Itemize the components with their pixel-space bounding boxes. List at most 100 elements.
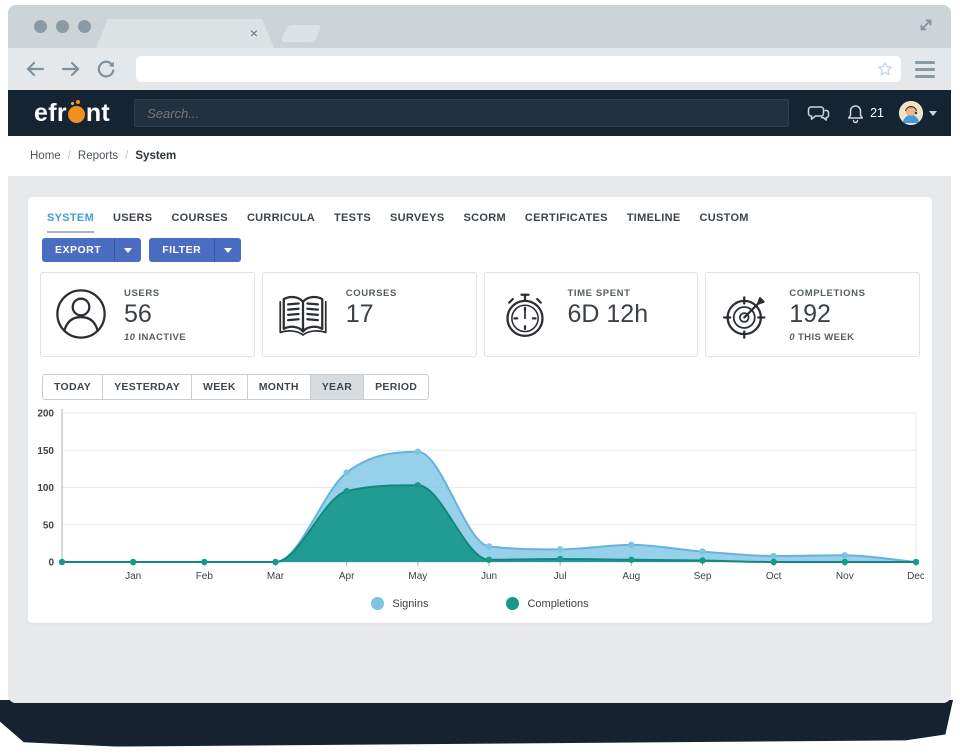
legend-signins[interactable]: Signins bbox=[371, 597, 428, 610]
legend-label: Signins bbox=[392, 597, 429, 610]
window-control-dots-icon[interactable] bbox=[34, 20, 91, 33]
range-button-today[interactable]: TODAY bbox=[42, 374, 104, 400]
tab-scorm[interactable]: SCORM bbox=[463, 212, 505, 233]
svg-text:Sep: Sep bbox=[694, 571, 712, 582]
svg-text:Dec: Dec bbox=[907, 571, 924, 582]
book-icon bbox=[279, 295, 327, 336]
app-search-input[interactable] bbox=[135, 100, 789, 126]
svg-text:50: 50 bbox=[43, 520, 55, 531]
browser-toolbar bbox=[8, 48, 951, 90]
svg-text:Jun: Jun bbox=[481, 571, 497, 582]
stat-subtext: 0 THIS WEEK bbox=[789, 332, 855, 344]
browser-window: × efr nt Search... 21 Home / Reports / S… bbox=[8, 5, 951, 703]
screenshot-stage: × efr nt Search... 21 Home / Reports / S… bbox=[0, 0, 960, 755]
chart-legend: Signins Completions bbox=[28, 597, 932, 610]
stat-value: 17 bbox=[345, 300, 374, 328]
resize-window-icon[interactable] bbox=[917, 16, 935, 34]
tab-tests[interactable]: TESTS bbox=[334, 212, 371, 233]
stat-label: USERS bbox=[124, 288, 160, 299]
chevron-down-icon bbox=[929, 110, 937, 116]
forward-icon[interactable] bbox=[60, 60, 82, 78]
reload-icon[interactable] bbox=[96, 59, 116, 79]
breadcrumb: Home / Reports / System bbox=[8, 136, 951, 176]
signins-legend-dot-icon bbox=[371, 597, 385, 610]
svg-text:Feb: Feb bbox=[196, 571, 214, 582]
bookmark-star-icon[interactable] bbox=[877, 61, 893, 77]
tab-users[interactable]: USERS bbox=[113, 212, 152, 233]
legend-completions[interactable]: Completions bbox=[506, 597, 589, 610]
app-search-field[interactable] bbox=[134, 99, 790, 127]
stat-cards: USERS 56 10 INACTIVE COURSES 17 TIME SPE… bbox=[40, 272, 920, 357]
tab-timeline[interactable]: TIMELINE bbox=[627, 212, 681, 233]
stat-label: COURSES bbox=[345, 288, 397, 299]
url-bar[interactable] bbox=[136, 56, 901, 82]
svg-text:Mar: Mar bbox=[267, 571, 285, 582]
svg-text:Jul: Jul bbox=[554, 571, 567, 582]
svg-text:Apr: Apr bbox=[339, 571, 355, 582]
stopwatch-icon bbox=[505, 293, 544, 338]
tab-system[interactable]: SYSTEM bbox=[47, 212, 95, 233]
notification-count: 21 bbox=[870, 106, 884, 120]
breadcrumb-home[interactable]: Home bbox=[30, 150, 61, 162]
filter-dropdown-button[interactable] bbox=[214, 238, 241, 262]
chevron-down-icon bbox=[224, 247, 233, 253]
svg-text:Jan: Jan bbox=[125, 571, 141, 582]
legend-label: Completions bbox=[527, 597, 589, 610]
messages-icon[interactable] bbox=[807, 102, 831, 124]
browser-tab[interactable]: × bbox=[96, 19, 274, 48]
range-button-period[interactable]: PERIOD bbox=[363, 374, 430, 400]
range-button-week[interactable]: WEEK bbox=[191, 374, 248, 400]
stat-label: COMPLETIONS bbox=[789, 288, 866, 299]
browser-titlebar: × bbox=[8, 5, 951, 48]
tab-custom[interactable]: CUSTOM bbox=[700, 212, 749, 233]
completions-legend-dot-icon bbox=[506, 597, 520, 610]
report-tabs: SYSTEM USERS COURSES CURRICULA TESTS SUR… bbox=[47, 212, 749, 233]
svg-text:200: 200 bbox=[37, 409, 54, 420]
range-button-year[interactable]: YEAR bbox=[309, 374, 365, 400]
decorative-base-shape bbox=[0, 700, 953, 747]
svg-text:Nov: Nov bbox=[836, 571, 854, 582]
tab-close-icon[interactable]: × bbox=[250, 24, 258, 42]
avatar bbox=[899, 101, 923, 125]
breadcrumb-separator: / bbox=[125, 150, 129, 162]
back-icon[interactable] bbox=[24, 60, 46, 78]
breadcrumb-reports[interactable]: Reports bbox=[78, 150, 118, 162]
stat-card-completions: COMPLETIONS 192 0 THIS WEEK bbox=[705, 272, 920, 357]
logo-text-right: nt bbox=[85, 98, 111, 127]
export-button[interactable]: EXPORT bbox=[42, 238, 142, 262]
efront-logo[interactable]: efr nt bbox=[34, 99, 110, 128]
tab-surveys[interactable]: SURVEYS bbox=[390, 212, 444, 233]
notifications[interactable]: 21 bbox=[846, 103, 884, 124]
svg-text:May: May bbox=[408, 571, 427, 582]
url-input[interactable] bbox=[136, 56, 901, 82]
range-button-yesterday[interactable]: YESTERDAY bbox=[102, 374, 193, 400]
stat-value: 6D 12h bbox=[567, 300, 649, 328]
svg-text:Aug: Aug bbox=[622, 571, 640, 582]
tab-certificates[interactable]: CERTIFICATES bbox=[525, 212, 608, 233]
page-content: SYSTEM USERS COURSES CURRICULA TESTS SUR… bbox=[8, 176, 951, 703]
bell-icon bbox=[848, 104, 864, 123]
stat-value: 192 bbox=[789, 300, 831, 328]
browser-menu-icon[interactable] bbox=[915, 60, 935, 78]
stat-label: TIME SPENT bbox=[567, 288, 631, 299]
tab-courses[interactable]: COURSES bbox=[171, 212, 228, 233]
export-button-label[interactable]: EXPORT bbox=[42, 238, 114, 262]
breadcrumb-current: System bbox=[135, 150, 177, 162]
app-header: efr nt Search... 21 bbox=[8, 90, 951, 136]
user-menu[interactable] bbox=[899, 101, 937, 125]
svg-text:150: 150 bbox=[37, 446, 54, 457]
range-button-month[interactable]: MONTH bbox=[246, 374, 311, 400]
tab-curricula[interactable]: CURRICULA bbox=[247, 212, 315, 233]
stat-card-users: USERS 56 10 INACTIVE bbox=[40, 272, 255, 357]
export-dropdown-button[interactable] bbox=[114, 238, 141, 262]
filter-button-label[interactable]: FILTER bbox=[149, 238, 214, 262]
reports-panel: SYSTEM USERS COURSES CURRICULA TESTS SUR… bbox=[28, 197, 932, 623]
logo-o-icon bbox=[67, 100, 85, 123]
svg-text:100: 100 bbox=[37, 483, 54, 494]
filter-button[interactable]: FILTER bbox=[149, 238, 242, 262]
breadcrumb-separator: / bbox=[67, 150, 71, 162]
stat-value: 56 bbox=[124, 300, 152, 328]
stat-subtext: 10 INACTIVE bbox=[124, 332, 186, 344]
target-icon bbox=[723, 296, 766, 339]
new-tab-button[interactable] bbox=[280, 25, 322, 42]
